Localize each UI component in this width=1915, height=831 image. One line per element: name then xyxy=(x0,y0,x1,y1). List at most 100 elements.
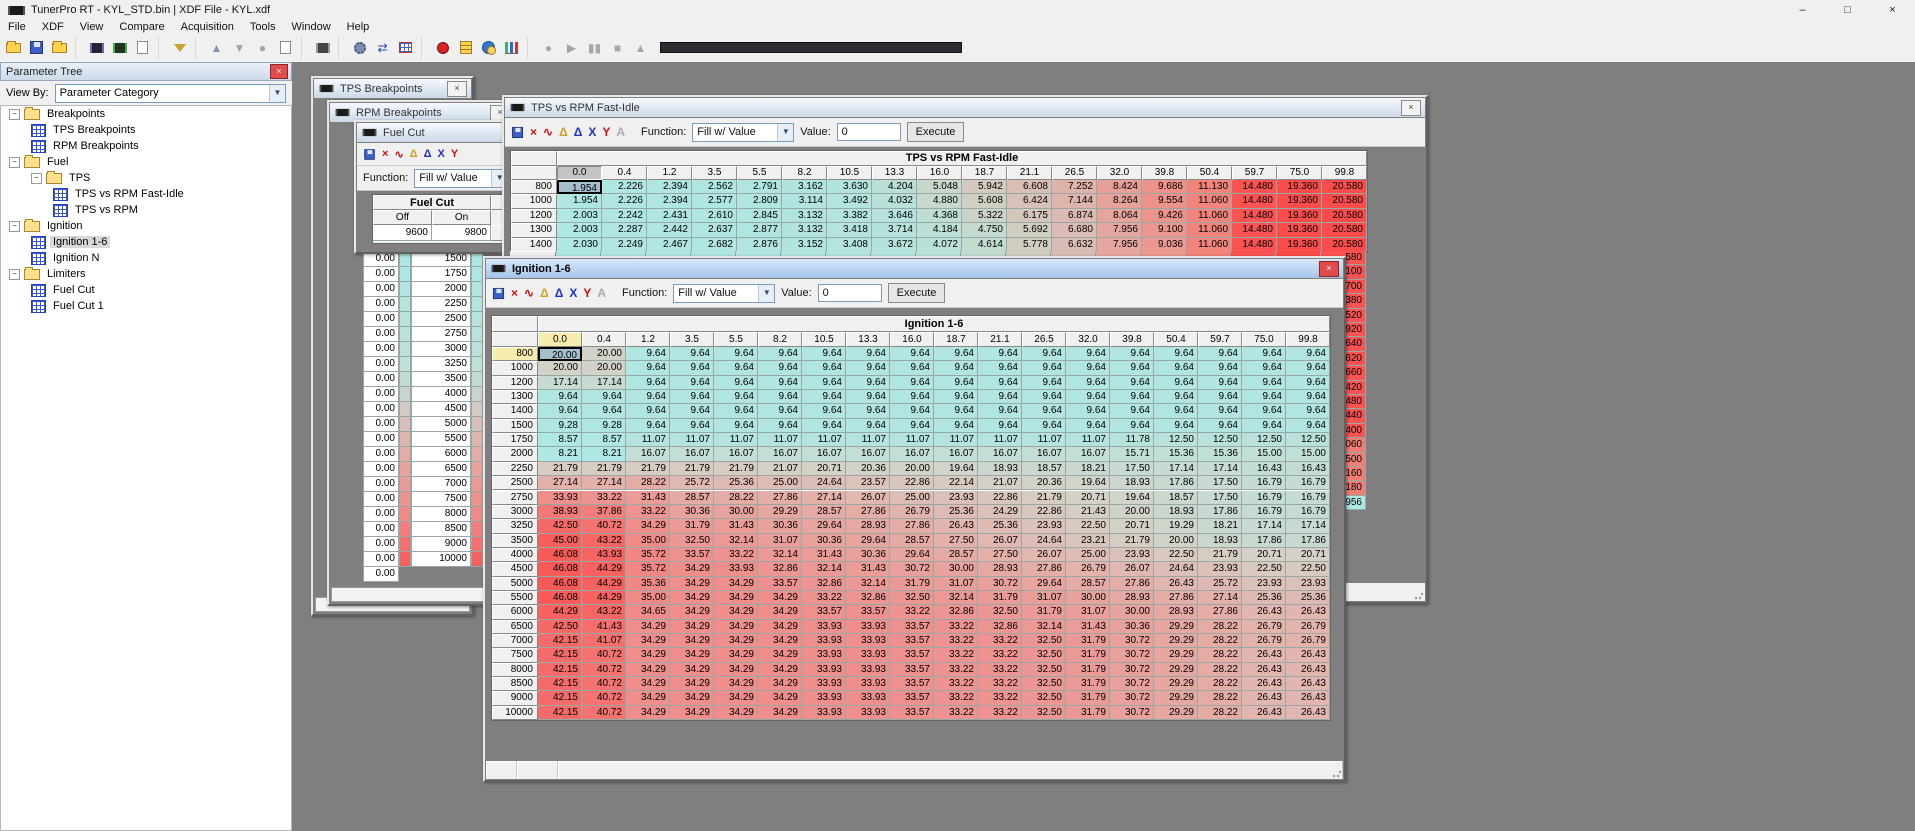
table-cell[interactable]: 40.72 xyxy=(582,648,626,662)
row-header[interactable]: 800 xyxy=(511,180,557,194)
table-cell[interactable]: 42.15 xyxy=(538,648,582,662)
col-header[interactable]: 16.0 xyxy=(917,166,962,180)
table-cell[interactable]: 22.86 xyxy=(978,491,1022,505)
table-cell[interactable]: 28.22 xyxy=(1198,706,1242,720)
fuel-cut-col-header[interactable]: Off xyxy=(373,210,432,225)
tree-item-ignition-n[interactable]: Ignition N xyxy=(1,250,291,266)
table-cell[interactable]: 34.29 xyxy=(758,605,802,619)
table-cell[interactable]: 17.14 xyxy=(1154,462,1198,476)
table-cell[interactable]: 20.71 xyxy=(1066,491,1110,505)
table-cell[interactable]: 8.57 xyxy=(582,433,626,447)
table-cell[interactable]: 30.72 xyxy=(890,562,934,576)
table-cell[interactable]: 9.64 xyxy=(714,361,758,375)
col-header[interactable]: 99.8 xyxy=(1286,332,1330,347)
table-cell[interactable]: 26.43 xyxy=(1286,706,1330,720)
table-cell[interactable]: 46.08 xyxy=(538,562,582,576)
table-cell[interactable]: 9.64 xyxy=(1154,390,1198,404)
table-cell[interactable]: 11.060 xyxy=(1187,209,1232,223)
row-header[interactable]: 2500 xyxy=(492,476,538,490)
table-cell[interactable]: 1.954 xyxy=(557,194,602,208)
table-cell[interactable]: 9.64 xyxy=(626,419,670,433)
table-cell[interactable]: 29.29 xyxy=(758,505,802,519)
table-cell[interactable]: 32.86 xyxy=(846,591,890,605)
table-cell[interactable]: 33.22 xyxy=(934,691,978,705)
table-cell[interactable]: 16.07 xyxy=(846,447,890,461)
col-header[interactable]: 0.4 xyxy=(602,166,647,180)
table-cell[interactable]: 34.29 xyxy=(670,677,714,691)
label-toggle-icon[interactable]: A xyxy=(616,125,625,139)
table-cell[interactable]: 9.64 xyxy=(934,390,978,404)
table-cell[interactable]: 24.29 xyxy=(978,505,1022,519)
table-cell[interactable]: 40.72 xyxy=(582,519,626,533)
record-icon[interactable] xyxy=(431,37,454,59)
chevron-down-icon[interactable]: ▼ xyxy=(269,85,285,102)
table-cell[interactable]: 17.50 xyxy=(1110,462,1154,476)
table-cell[interactable]: 17.14 xyxy=(582,376,626,390)
table-cell[interactable]: 28.22 xyxy=(1198,691,1242,705)
table-cell[interactable]: 33.93 xyxy=(538,491,582,505)
row-header[interactable]: 7000 xyxy=(492,634,538,648)
row-header[interactable]: 3000 xyxy=(492,505,538,519)
tree-item-ignition[interactable]: −Ignition xyxy=(1,218,291,234)
table-cell[interactable]: 9.64 xyxy=(846,347,890,361)
table-cell[interactable]: 14.480 xyxy=(1232,194,1277,208)
close-button[interactable]: × xyxy=(1870,0,1915,20)
table-cell[interactable]: 9.64 xyxy=(582,404,626,418)
row-header[interactable]: 1000 xyxy=(492,361,538,375)
table-cell[interactable]: 28.22 xyxy=(1198,634,1242,648)
table-cell[interactable]: 9.64 xyxy=(934,347,978,361)
table-cell[interactable]: 27.86 xyxy=(890,519,934,533)
table-cell[interactable]: 22.50 xyxy=(1154,548,1198,562)
table-cell[interactable]: 44.29 xyxy=(538,605,582,619)
table-cell[interactable]: 9.64 xyxy=(626,376,670,390)
table-cell[interactable]: 30.00 xyxy=(1110,605,1154,619)
col-header[interactable]: 10.5 xyxy=(827,166,872,180)
row-header[interactable]: 8000 xyxy=(492,663,538,677)
table-cell[interactable]: 21.79 xyxy=(670,462,714,476)
table-cell[interactable]: 17.50 xyxy=(1198,476,1242,490)
col-header[interactable]: 39.8 xyxy=(1142,166,1187,180)
tree-item-fuel[interactable]: −Fuel xyxy=(1,154,291,170)
table-cell[interactable]: 16.79 xyxy=(1242,505,1286,519)
tree-item-rpm-breakpoints[interactable]: RPM Breakpoints xyxy=(1,138,291,154)
table-cell[interactable]: 26.79 xyxy=(1242,620,1286,634)
table-cell[interactable]: 30.36 xyxy=(846,548,890,562)
row-header[interactable]: 1200 xyxy=(492,376,538,390)
table-cell[interactable]: 32.14 xyxy=(758,548,802,562)
col-header[interactable]: 0.0 xyxy=(557,166,602,180)
table-cell[interactable]: 14.480 xyxy=(1232,223,1277,237)
table-cell[interactable]: 28.22 xyxy=(714,491,758,505)
table-cell[interactable]: 28.57 xyxy=(802,505,846,519)
open-xdf-icon[interactable] xyxy=(85,37,108,59)
table-cell[interactable]: 16.07 xyxy=(802,447,846,461)
table-cell[interactable]: 11.07 xyxy=(978,433,1022,447)
table-cell[interactable]: 9.64 xyxy=(978,419,1022,433)
table-cell[interactable]: 25.36 xyxy=(1286,591,1330,605)
table-cell[interactable]: 9.64 xyxy=(1198,361,1242,375)
col-header[interactable]: 0.0 xyxy=(538,332,582,347)
table-cell[interactable]: 30.36 xyxy=(758,519,802,533)
table-cell[interactable]: 6.608 xyxy=(1007,180,1052,194)
col-header[interactable]: 32.0 xyxy=(1097,166,1142,180)
table-cell[interactable]: 9.64 xyxy=(934,361,978,375)
table-cell[interactable]: 9.686 xyxy=(1142,180,1187,194)
col-header[interactable]: 1.2 xyxy=(626,332,670,347)
delete-icon[interactable]: × xyxy=(530,125,537,139)
table-cell[interactable]: 34.29 xyxy=(758,648,802,662)
ignition-window-titlebar[interactable]: Ignition 1-6× xyxy=(486,259,1343,278)
trace-graph-icon[interactable]: ∿ xyxy=(394,148,403,161)
table-cell[interactable]: 15.71 xyxy=(1110,447,1154,461)
table-cell[interactable]: 21.07 xyxy=(978,476,1022,490)
table-cell[interactable]: 9.64 xyxy=(1242,404,1286,418)
table-cell[interactable]: 9.64 xyxy=(934,376,978,390)
table-cell[interactable]: 16.79 xyxy=(1242,476,1286,490)
table-cell[interactable]: 33.22 xyxy=(890,605,934,619)
prev-item-icon[interactable]: ● xyxy=(251,37,274,59)
table-cell[interactable]: 20.00 xyxy=(538,347,582,361)
table-cell[interactable]: 33.57 xyxy=(758,577,802,591)
table-cell[interactable]: 34.29 xyxy=(670,706,714,720)
table-cell[interactable]: 9.64 xyxy=(1286,390,1330,404)
table-cell[interactable]: 28.93 xyxy=(1154,605,1198,619)
table-cell[interactable]: 32.14 xyxy=(714,534,758,548)
row-header[interactable]: 4500 xyxy=(492,562,538,576)
